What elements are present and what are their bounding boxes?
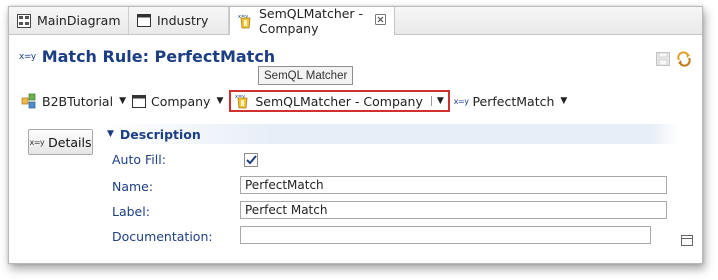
model-icon [21,93,37,109]
description-section-header[interactable]: ▼ Description [103,124,679,144]
breadcrumb-item-perfectmatch[interactable]: x=y PerfectMatch ▼ [454,94,574,109]
checkmark-icon [245,155,257,165]
window-icon [137,14,151,27]
breadcrumb-label: B2BTutorial [42,93,114,109]
xy-icon: x=y [19,51,36,62]
chevron-down-icon[interactable]: ▼ [560,96,567,106]
auto-fill-label: Auto Fill: [112,152,166,167]
xy-icon: x=y [29,137,45,147]
editor-window: MainDiagram Industry x=y SemQLMatcher - … [8,6,703,264]
edit-documentation-icon[interactable] [681,235,693,246]
page-title-text: Match Rule: PerfectMatch [41,47,276,66]
breadcrumb-label: PerfectMatch [472,93,555,109]
name-label: Name: [112,179,154,194]
matcher-icon: x=y [235,93,250,109]
tab-maindiagram[interactable]: MainDiagram [9,7,129,34]
save-icon[interactable] [656,52,670,69]
section-title: Description [119,126,201,142]
documentation-input[interactable] [240,226,651,244]
page-title: x=y Match Rule: PerfectMatch [19,47,275,66]
matcher-icon: x=y [238,13,253,29]
tooltip: SemQL Matcher [258,66,354,85]
breadcrumb-item-company[interactable]: Company ▼ [131,93,229,109]
auto-fill-checkbox[interactable] [244,153,258,167]
window-icon [131,94,146,108]
tab-label: Industry [157,13,209,28]
chevron-down-icon[interactable]: ▼ [430,96,444,106]
breadcrumb: B2BTutorial ▼ Company ▼ x=y SemQLMatcher… [21,89,573,113]
breadcrumb-label: SemQLMatcher - Company [255,93,423,109]
details-button[interactable]: x=y Details [28,129,93,155]
refresh-icon[interactable] [676,51,692,70]
chevron-down-icon[interactable]: ▼ [119,96,126,106]
breadcrumb-item-semqlmatcher[interactable]: x=y SemQLMatcher - Company ▼ [229,90,450,112]
chevron-down-icon[interactable]: ▼ [216,96,223,106]
details-button-label: Details [48,134,92,150]
tab-label: SemQLMatcher - Company [259,6,364,36]
tab-industry[interactable]: Industry [129,7,229,34]
name-input[interactable]: PerfectMatch [240,176,667,194]
tab-semqlmatcher-company[interactable]: x=y SemQLMatcher - Company [229,6,395,36]
documentation-label: Documentation: [112,229,213,244]
label-input[interactable]: Perfect Match [240,201,667,219]
label-label: Label: [112,204,150,219]
tab-bar: MainDiagram Industry x=y SemQLMatcher - … [9,6,702,36]
xy-icon: x=y [453,96,469,106]
breadcrumb-label: Company [150,93,211,109]
collapse-triangle-icon[interactable]: ▼ [107,129,114,139]
breadcrumb-item-b2btutorial[interactable]: B2BTutorial ▼ [21,93,132,109]
tab-label: MainDiagram [37,13,121,28]
diagram-icon [17,13,31,28]
close-icon[interactable] [375,14,386,28]
header-actions [656,51,692,70]
